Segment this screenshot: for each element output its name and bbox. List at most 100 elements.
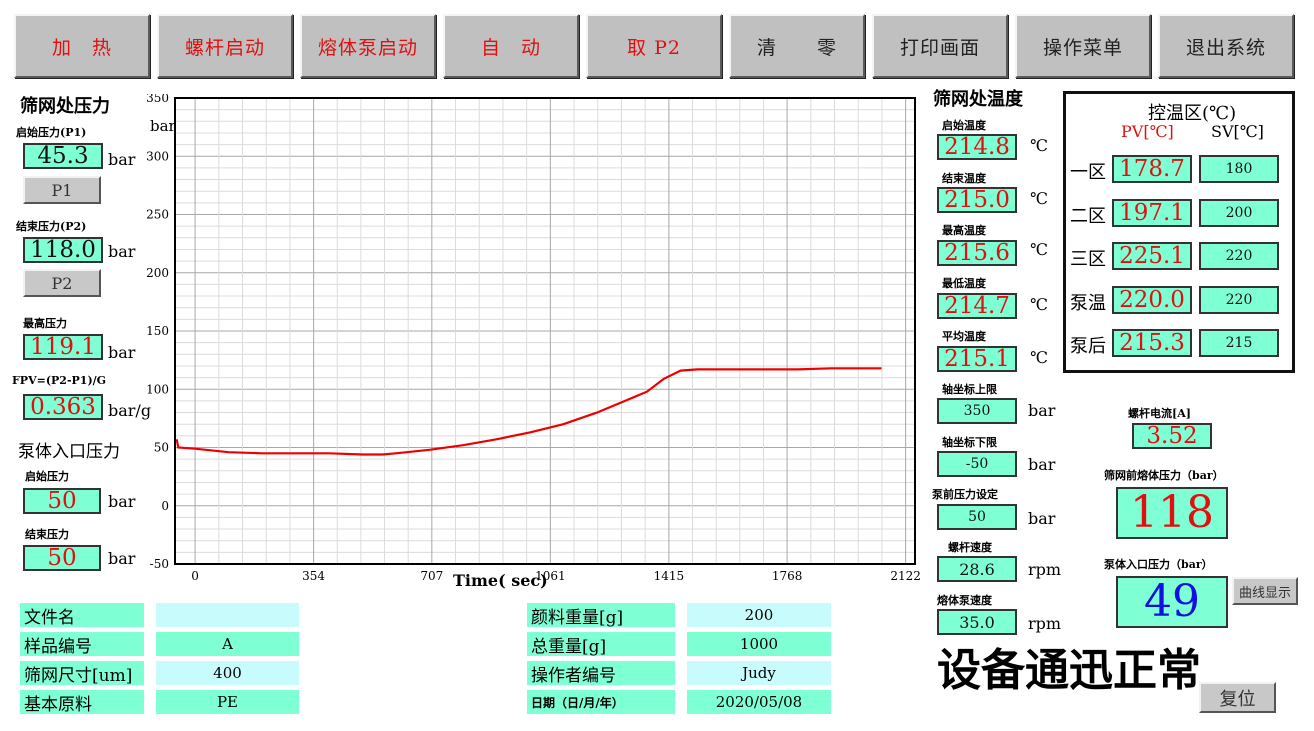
x-tick-label: 354: [302, 569, 325, 583]
reset-button[interactable]: 复位: [1199, 682, 1276, 713]
y-tick-label: 200: [146, 266, 169, 280]
zone-1-label: 一区: [1070, 162, 1106, 183]
zone-2-label: 二区: [1070, 206, 1106, 227]
y-axis-label: bar: [150, 117, 177, 135]
melt-pump-start-button[interactable]: 熔体泵启动: [300, 14, 436, 78]
screw-speed-label: 螺杆速度: [948, 541, 992, 554]
zone-3-label: 三区: [1070, 249, 1106, 270]
fpv-value: 0.363: [23, 394, 103, 420]
max-temp-label: 最高温度: [942, 224, 986, 237]
pump-end-pressure-unit: bar: [108, 549, 136, 568]
axis-upper-unit: bar: [1028, 401, 1056, 420]
pv-header: PV[℃]: [1121, 122, 1174, 141]
x-tick-label: 1415: [654, 569, 685, 583]
avg-temp-label: 平均温度: [942, 330, 986, 343]
zone-2-pv: 197.1: [1112, 199, 1192, 227]
screen-size-field[interactable]: 400: [156, 661, 299, 685]
screw-start-button[interactable]: 螺杆启动: [157, 14, 293, 78]
temp-title: 筛网处温度: [933, 89, 1023, 110]
pressure-chart: -50 0 50 100 150 200 250 300 350 0 354 707 1061 1415 1…: [140, 91, 930, 594]
zone-3-sv[interactable]: 220: [1199, 242, 1279, 270]
zone-pump-temp-label: 泵温: [1070, 293, 1106, 314]
pump-inlet-title: 泵体入口压力: [18, 442, 120, 462]
auto-button[interactable]: 自 动: [443, 14, 579, 78]
zone-after-pump-sv[interactable]: 215: [1199, 329, 1279, 357]
axis-upper-label: 轴坐标上限: [942, 383, 997, 396]
y-tick-label: 100: [146, 382, 169, 396]
print-screen-button[interactable]: 打印画面: [872, 14, 1008, 78]
sv-header: SV[℃]: [1211, 122, 1264, 141]
base-material-label: 基本原料: [20, 690, 144, 715]
pump-end-pressure-value: 50: [23, 545, 101, 571]
end-temp-unit: ℃: [1030, 189, 1048, 208]
y-tick-label: -50: [150, 557, 169, 571]
pump-end-pressure-label: 结束压力: [25, 528, 69, 541]
end-temp-label: 结束温度: [942, 172, 986, 185]
zone-3-pv: 225.1: [1112, 242, 1192, 270]
file-name-field[interactable]: [156, 603, 299, 627]
min-temp-value: 214.7: [937, 293, 1017, 319]
operation-menu-button[interactable]: 操作菜单: [1015, 14, 1151, 78]
exit-system-button[interactable]: 退出系统: [1158, 14, 1294, 78]
y-tick-label: 0: [161, 499, 169, 513]
screen-size-label: 筛网尺寸[um]: [20, 661, 144, 686]
avg-temp-value: 215.1: [937, 346, 1017, 372]
zone-2-sv[interactable]: 200: [1199, 199, 1279, 227]
y-tick-label: 350: [146, 94, 169, 105]
curve-display-button[interactable]: 曲线显示: [1232, 577, 1298, 605]
pump-speed-unit: rpm: [1028, 614, 1062, 633]
axis-lower-input[interactable]: -50: [937, 451, 1017, 477]
zone-pump-temp-pv: 220.0: [1112, 286, 1192, 314]
start-pressure-label: 启始压力(P1): [16, 126, 87, 139]
screen-pressure-title: 筛网处压力: [20, 96, 110, 117]
pump-front-pressure-unit: bar: [1028, 509, 1056, 528]
axis-upper-input[interactable]: 350: [937, 398, 1017, 424]
pump-start-pressure-unit: bar: [108, 492, 136, 511]
max-pressure-label: 最高压力: [23, 317, 67, 330]
min-temp-unit: ℃: [1030, 295, 1048, 314]
axis-lower-unit: bar: [1028, 455, 1056, 474]
start-temp-value: 214.8: [937, 134, 1017, 160]
total-weight-field[interactable]: 1000: [687, 632, 831, 656]
screw-current-label: 螺杆电流[A]: [1128, 407, 1191, 420]
x-tick-label: 2122: [890, 569, 921, 583]
heat-button[interactable]: 加 热: [14, 14, 150, 78]
base-material-field[interactable]: PE: [156, 690, 299, 714]
y-tick-label: 250: [146, 208, 169, 222]
max-temp-value: 215.6: [937, 240, 1017, 266]
pump-inlet-pressure-value: 49: [1116, 576, 1228, 628]
y-tick-label: 150: [146, 324, 169, 338]
x-tick-label: 707: [420, 569, 443, 583]
end-pressure-unit: bar: [108, 242, 136, 261]
end-pressure-label: 结束压力(P2): [16, 220, 87, 233]
fpv-label: FPV=(P2-P1)/G: [12, 374, 107, 387]
p2-button[interactable]: P2: [23, 269, 101, 297]
operator-id-field[interactable]: Judy: [687, 661, 831, 685]
screw-speed-unit: rpm: [1028, 560, 1062, 579]
y-tick-label: 300: [146, 149, 169, 163]
pigment-weight-field[interactable]: 200: [687, 603, 831, 627]
screw-speed-value: 28.6: [937, 556, 1017, 582]
pump-inlet-pressure-label: 泵体入口压力（bar）: [1104, 558, 1213, 571]
clear-button[interactable]: 清 零: [729, 14, 865, 78]
date-field[interactable]: 2020/05/08: [687, 690, 831, 714]
screw-current-value: 3.52: [1132, 423, 1212, 449]
screen-front-pressure-value: 118: [1116, 487, 1228, 539]
start-pressure-unit: bar: [108, 150, 136, 169]
zone-1-pv: 178.7: [1112, 155, 1192, 183]
zone-after-pump-label: 泵后: [1070, 336, 1106, 357]
date-label: 日期（日/月/年）: [527, 690, 675, 714]
pump-front-pressure-input[interactable]: 50: [937, 504, 1017, 530]
zone-pump-temp-sv[interactable]: 220: [1199, 286, 1279, 314]
max-pressure-unit: bar: [108, 343, 136, 362]
pump-start-pressure-label: 启始压力: [25, 470, 69, 483]
zone-1-sv[interactable]: 180: [1199, 155, 1279, 183]
take-p2-button[interactable]: 取 P2: [586, 14, 722, 78]
max-pressure-value: 119.1: [23, 334, 103, 360]
operator-id-label: 操作者编号: [527, 661, 675, 686]
sample-number-label: 样品编号: [20, 632, 144, 657]
p1-button[interactable]: P1: [23, 176, 101, 204]
end-temp-value: 215.0: [937, 187, 1017, 213]
x-tick-label: 1768: [772, 569, 803, 583]
sample-number-field[interactable]: A: [156, 632, 299, 656]
